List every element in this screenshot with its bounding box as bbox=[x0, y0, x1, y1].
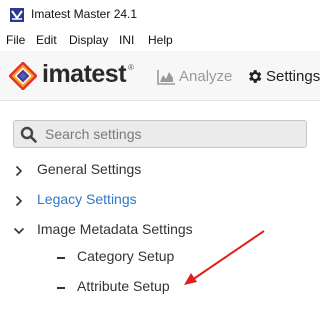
tree-dash bbox=[57, 257, 65, 259]
search-icon bbox=[20, 126, 37, 143]
tree-item-category-setup[interactable]: Category Setup bbox=[0, 246, 300, 268]
menubar: File Edit Display INI Help bbox=[0, 30, 320, 51]
logo-wordmark: imatest bbox=[42, 60, 127, 88]
chevron-down-icon[interactable] bbox=[13, 225, 25, 237]
tree-item-label: Category Setup bbox=[77, 248, 175, 264]
menu-file[interactable]: File bbox=[6, 33, 25, 47]
nav-settings-label: Settings bbox=[266, 68, 320, 85]
search-box bbox=[13, 120, 307, 148]
menu-ini[interactable]: INI bbox=[119, 33, 134, 47]
chevron-right-icon[interactable] bbox=[13, 195, 25, 207]
tree-item-image-metadata-settings[interactable]: Image Metadata Settings bbox=[0, 219, 300, 241]
search-input[interactable] bbox=[45, 124, 301, 144]
tree-item-legacy-settings[interactable]: Legacy Settings bbox=[0, 189, 300, 211]
app-header: imatest ® Analyze Settings bbox=[0, 51, 320, 101]
imatest-app-icon bbox=[10, 8, 24, 22]
tree-item-attribute-setup[interactable]: Attribute Setup bbox=[0, 276, 300, 298]
window-title: Imatest Master 24.1 bbox=[31, 7, 138, 21]
menu-edit[interactable]: Edit bbox=[36, 33, 57, 47]
tree-item-label: Attribute Setup bbox=[77, 278, 170, 294]
tree-item-label: General Settings bbox=[37, 161, 142, 177]
tree-item-label: Legacy Settings bbox=[37, 191, 137, 207]
chevron-right-icon[interactable] bbox=[13, 165, 25, 177]
tree-item-general-settings[interactable]: General Settings bbox=[0, 159, 300, 181]
window-titlebar: Imatest Master 24.1 bbox=[0, 0, 320, 30]
chart-area-icon bbox=[157, 70, 175, 85]
menu-display[interactable]: Display bbox=[69, 33, 108, 47]
gear-icon bbox=[249, 70, 262, 83]
nav-analyze-label: Analyze bbox=[179, 68, 233, 85]
tree-dash bbox=[57, 287, 65, 289]
menu-help[interactable]: Help bbox=[148, 33, 173, 47]
logo-registered-mark: ® bbox=[128, 63, 134, 72]
tree-item-label: Image Metadata Settings bbox=[37, 221, 193, 237]
imatest-logo-icon bbox=[9, 62, 37, 90]
